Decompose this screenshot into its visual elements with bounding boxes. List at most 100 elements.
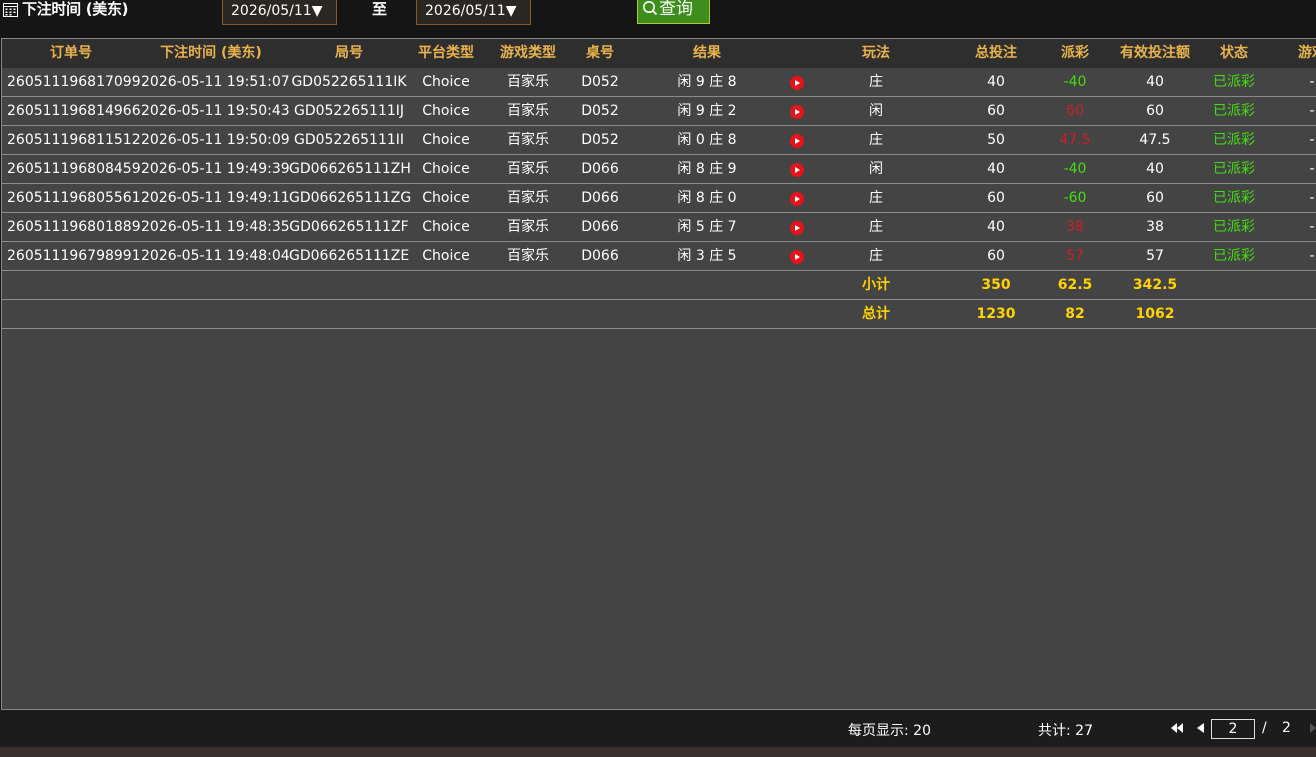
table-row[interactable]: 260511196817099 2026-05-11 19:51:07 GD0522… xyxy=(2,68,1316,97)
table-row[interactable]: 260511196814966 2026-05-11 19:50:43 GD0522… xyxy=(2,97,1316,126)
total-bet-cell: 60 xyxy=(987,248,1005,264)
col-game-type-header: 游戏类型 xyxy=(500,45,556,61)
result-cell: 闲 8 庄 0 xyxy=(677,190,737,206)
page-number-input[interactable]: 2 xyxy=(1211,719,1255,739)
grandtotal-payout: 82 xyxy=(1065,306,1085,322)
replay-play-icon[interactable] xyxy=(790,105,804,119)
first-page-icon[interactable] xyxy=(1171,723,1183,733)
round-no-cell: GD066265111ZH xyxy=(289,161,411,177)
game-type-cell: 百家乐 xyxy=(507,161,549,177)
game-extra-cell: - xyxy=(1309,103,1315,119)
table-row[interactable]: 260511196798991 2026-05-11 19:48:04 GD0662… xyxy=(2,242,1316,271)
col-order-no-header: 订单号 xyxy=(50,45,92,61)
grandtotal-valid-bet: 1062 xyxy=(1135,306,1175,322)
round-no-cell: GD052265111II xyxy=(293,132,405,148)
round-no-cell: GD052265111IJ xyxy=(293,103,405,119)
prev-page-icon[interactable] xyxy=(1197,723,1204,733)
table-row[interactable]: 260511196808459 2026-05-11 19:49:39 GD0662… xyxy=(2,155,1316,184)
table-no-cell: D066 xyxy=(581,248,619,264)
date-from-select[interactable]: 2026/05/11▼ xyxy=(222,0,337,25)
table-no-cell: D066 xyxy=(581,190,619,206)
bottom-strip xyxy=(0,747,1316,757)
game-extra-cell: - xyxy=(1309,219,1315,235)
order-no-cell: 260511196814966 xyxy=(7,103,141,119)
platform-cell: Choice xyxy=(422,161,470,177)
platform-cell: Choice xyxy=(422,103,470,119)
platform-cell: Choice xyxy=(422,74,470,90)
bet-time-cell: 2026-05-11 19:51:07 xyxy=(141,74,290,90)
per-page-label: 每页显示: 20 xyxy=(848,723,931,739)
total-count-label: 共计: 27 xyxy=(1038,723,1093,739)
col-bet-time-header: 下注时间 (美东) xyxy=(160,45,262,61)
date-to-select[interactable]: 2026/05/11▼ xyxy=(416,0,531,25)
platform-cell: Choice xyxy=(422,190,470,206)
result-cell: 闲 3 庄 5 xyxy=(677,248,737,264)
table-no-cell: D052 xyxy=(581,103,619,119)
payout-cell: 60 xyxy=(1066,103,1084,119)
replay-play-icon[interactable] xyxy=(790,192,804,206)
round-no-cell: GD066265111ZF xyxy=(289,219,409,235)
result-cell: 闲 8 庄 9 xyxy=(677,161,737,177)
valid-bet-cell: 60 xyxy=(1146,103,1164,119)
replay-play-icon[interactable] xyxy=(790,134,804,148)
replay-play-icon[interactable] xyxy=(790,163,804,177)
filter-bar: 下注时间 (美东) 2026/05/11▼ 至 2026/05/11▼ 查询 xyxy=(0,0,1316,36)
payout-cell: 57 xyxy=(1066,248,1084,264)
order-no-cell: 260511196817099 xyxy=(7,74,141,90)
result-cell: 闲 9 庄 2 xyxy=(677,103,737,119)
col-platform-header: 平台类型 xyxy=(418,45,474,61)
bet-type-cell: 庄 xyxy=(869,190,883,206)
round-no-cell: GD066265111ZE xyxy=(289,248,410,264)
bet-type-cell: 庄 xyxy=(869,219,883,235)
platform-cell: Choice xyxy=(422,219,470,235)
subtotal-row: 小计 350 62.5 342.5 xyxy=(2,271,1316,300)
game-type-cell: 百家乐 xyxy=(507,219,549,235)
bet-type-cell: 庄 xyxy=(869,132,883,148)
order-no-cell: 260511196801889 xyxy=(7,219,141,235)
valid-bet-cell: 40 xyxy=(1146,74,1164,90)
status-cell: 已派彩 xyxy=(1213,103,1255,119)
grandtotal-total-bet: 1230 xyxy=(976,306,1016,322)
order-no-cell: 260511196808459 xyxy=(7,161,141,177)
table-header: 订单号 下注时间 (美东) 局号 平台类型 游戏类型 桌号 结果 玩法 总投注 派彩 有效投注额 状态… xyxy=(2,39,1316,68)
col-payout-header: 派彩 xyxy=(1061,45,1089,61)
game-type-cell: 百家乐 xyxy=(507,190,549,206)
payout-cell: -40 xyxy=(1063,74,1087,90)
payout-cell: -60 xyxy=(1063,190,1087,206)
replay-play-icon[interactable] xyxy=(790,221,804,235)
next-page-icon[interactable] xyxy=(1310,723,1316,733)
status-cell: 已派彩 xyxy=(1213,190,1255,206)
order-no-cell: 260511196805561 xyxy=(7,190,141,206)
total-bet-cell: 40 xyxy=(987,219,1005,235)
search-icon xyxy=(643,1,658,16)
game-extra-cell: - xyxy=(1309,248,1315,264)
status-cell: 已派彩 xyxy=(1213,248,1255,264)
bet-time-cell: 2026-05-11 19:48:04 xyxy=(141,248,290,264)
col-table-no-header: 桌号 xyxy=(586,45,614,61)
replay-play-icon[interactable] xyxy=(790,76,804,90)
result-cell: 闲 9 庄 8 xyxy=(677,74,737,90)
table-no-cell: D052 xyxy=(581,74,619,90)
table-row[interactable]: 260511196805561 2026-05-11 19:49:11 GD0662… xyxy=(2,184,1316,213)
col-round-no-header: 局号 xyxy=(335,45,363,61)
bet-type-cell: 闲 xyxy=(869,103,883,119)
game-extra-cell: - xyxy=(1309,74,1315,90)
col-replay-header xyxy=(787,39,807,68)
total-pages: 2 xyxy=(1282,720,1291,736)
replay-play-icon[interactable] xyxy=(790,250,804,264)
table-no-cell: D052 xyxy=(581,132,619,148)
grand-total-row: 总计 1230 82 1062 xyxy=(2,300,1316,329)
query-button[interactable]: 查询 xyxy=(637,0,710,24)
col-status-header: 状态 xyxy=(1220,45,1248,61)
query-button-label: 查询 xyxy=(659,0,693,19)
game-extra-cell: - xyxy=(1309,190,1315,206)
result-cell: 闲 0 庄 8 xyxy=(677,132,737,148)
table-row[interactable]: 260511196811512 2026-05-11 19:50:09 GD0522… xyxy=(2,126,1316,155)
game-type-cell: 百家乐 xyxy=(507,132,549,148)
status-cell: 已派彩 xyxy=(1213,161,1255,177)
table-row[interactable]: 260511196801889 2026-05-11 19:48:35 GD0662… xyxy=(2,213,1316,242)
payout-cell: -40 xyxy=(1063,161,1087,177)
valid-bet-cell: 60 xyxy=(1146,190,1164,206)
table-no-cell: D066 xyxy=(581,161,619,177)
order-no-cell: 260511196798991 xyxy=(7,248,141,264)
